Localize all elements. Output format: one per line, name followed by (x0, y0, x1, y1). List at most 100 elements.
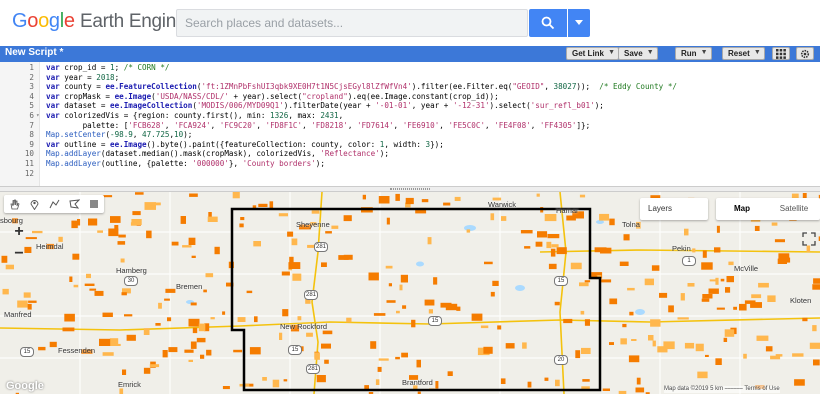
line-number: 6 (29, 111, 34, 120)
crop-patch (619, 261, 629, 266)
crop-patch (97, 230, 103, 233)
crop-patch (180, 216, 186, 224)
crop-patch (402, 305, 407, 309)
polygon-tool[interactable] (64, 195, 84, 213)
map-canvas (0, 192, 820, 394)
code-editor[interactable]: 1 var crop_id = 1; /* CORN */ 2 var year = … (0, 62, 820, 186)
crop-patch (69, 276, 73, 282)
town-warwick: Warwick (488, 200, 517, 209)
splitter-grip[interactable] (390, 188, 430, 190)
crop-patch (813, 278, 820, 284)
settings-button[interactable] (796, 47, 814, 60)
crop-patch (813, 359, 820, 366)
crop-patch (550, 248, 556, 257)
crop-patch (396, 310, 400, 314)
crop-patch (774, 239, 785, 243)
code-text: Map.addLayer(outline, {palette: '000000'… (46, 159, 325, 168)
crop-patch (126, 334, 136, 341)
earth-engine-logo[interactable]: Google Earth Engine (12, 10, 187, 33)
crop-patch (149, 364, 160, 368)
crop-patch (143, 367, 151, 374)
crop-patch (726, 276, 734, 283)
get-link-button[interactable]: Get Link ▼ (566, 47, 620, 60)
code-line[interactable]: 3 var county = ee.FeatureCollection('ft:1… (0, 82, 820, 92)
crop-patch (629, 311, 634, 316)
code-line[interactable]: 12 (0, 169, 820, 179)
crop-patch (27, 303, 32, 310)
script-toolbar: New Script * Get Link ▼ Save ▼ Run ▼ Res… (0, 46, 820, 62)
code-line[interactable]: 7 palette: ['FCB628', 'FCA924', 'FC9C20'… (0, 121, 820, 131)
crop-patch (484, 261, 493, 265)
code-line[interactable]: 2 var year = 2018; (0, 73, 820, 83)
point-tool[interactable] (24, 195, 44, 213)
code-text: var outline = ee.Image().byte().paint({f… (46, 139, 444, 149)
fold-toggle-icon[interactable]: ▾ (36, 112, 40, 121)
run-button[interactable]: Run ▼ (675, 47, 712, 60)
search-input[interactable] (177, 10, 527, 36)
crop-patch (171, 241, 179, 246)
crop-patch (575, 350, 581, 359)
code-line[interactable]: 11 Map.addLayer(outline, {palette: '00000… (0, 159, 820, 169)
crop-patch (102, 352, 114, 356)
crop-patch (650, 319, 661, 327)
crop-patch (428, 309, 433, 314)
crop-patch (124, 314, 133, 317)
fullscreen-icon[interactable] (802, 232, 816, 246)
map-type-satellite-button[interactable]: Satellite (768, 198, 820, 220)
code-line[interactable]: 9 var outline = ee.Image().byte().paint({… (0, 139, 820, 150)
zoom-in-button[interactable]: + (10, 222, 28, 242)
map-attribution[interactable]: Map data ©2019 5 km ⎯⎯⎯⎯⎯⎯ Terms of Use (664, 386, 780, 393)
crop-patch (210, 317, 215, 320)
crop-patch (551, 244, 559, 248)
crop-patch (362, 194, 366, 200)
crop-patch (288, 262, 301, 269)
line-number: 3 (29, 82, 34, 92)
map-panel[interactable]: Sheyenne Warwick Hamar Tolna Pekin McVil… (0, 192, 820, 394)
reset-button[interactable]: Reset ▼ (722, 47, 765, 60)
code-line[interactable]: 10 Map.addLayer(dataset.median().mask(cro… (0, 150, 820, 159)
crop-patch (214, 246, 220, 255)
crop-patch (547, 234, 560, 239)
code-line[interactable]: 6 ▾ var colorizedVis = {region: county.fir… (0, 111, 820, 121)
town-brantford: Brantford (402, 378, 433, 387)
line-number: 10 (24, 149, 34, 159)
crop-patch (386, 300, 396, 303)
crop-patch (677, 317, 689, 320)
search-button[interactable] (529, 9, 567, 37)
code-line[interactable]: 1 var crop_id = 1; /* CORN */ (0, 63, 820, 73)
apps-button[interactable] (772, 47, 790, 60)
highway-shield: 15 (288, 345, 302, 355)
code-line[interactable]: 4 var cropMask = ee.Image('USDA/NASS/CDL/… (0, 91, 820, 102)
rectangle-tool[interactable] (84, 195, 104, 213)
zoom-out-button[interactable]: − (10, 244, 28, 264)
script-title: New Script * (5, 47, 64, 58)
pan-hand-tool[interactable] (4, 195, 24, 213)
town-sheyenne: Sheyenne (296, 220, 330, 229)
line-number: 1 (29, 63, 34, 72)
save-button[interactable]: Save ▼ (618, 47, 658, 60)
search-options-button[interactable] (568, 9, 590, 37)
crop-patch (544, 214, 557, 222)
line-tool[interactable] (44, 195, 64, 213)
crop-patch (715, 358, 722, 365)
map-type-map-button[interactable]: Map (716, 198, 768, 220)
search-field[interactable] (176, 9, 528, 37)
line-number: 4 (29, 91, 34, 101)
code-line[interactable]: 8 Map.setCenter(-98.9, 47.725,10); (0, 130, 820, 140)
crop-patch (622, 323, 627, 328)
town-new-rockford: New Rockford (280, 322, 328, 331)
layers-button[interactable]: Layers (640, 198, 708, 220)
polyline-icon (49, 199, 59, 209)
search-icon (541, 16, 555, 30)
crop-patch (232, 192, 240, 199)
crop-patch (222, 386, 230, 390)
crop-patch (117, 241, 126, 245)
crop-patch (135, 192, 144, 195)
code-line[interactable]: 5 var dataset = ee.ImageCollection('MODIS… (0, 102, 820, 111)
crop-patch (812, 325, 817, 332)
crop-patch (544, 377, 549, 381)
run-label: Run (681, 49, 697, 58)
crop-patch (635, 387, 645, 393)
crop-patch (754, 225, 760, 231)
crop-patch (427, 237, 432, 245)
